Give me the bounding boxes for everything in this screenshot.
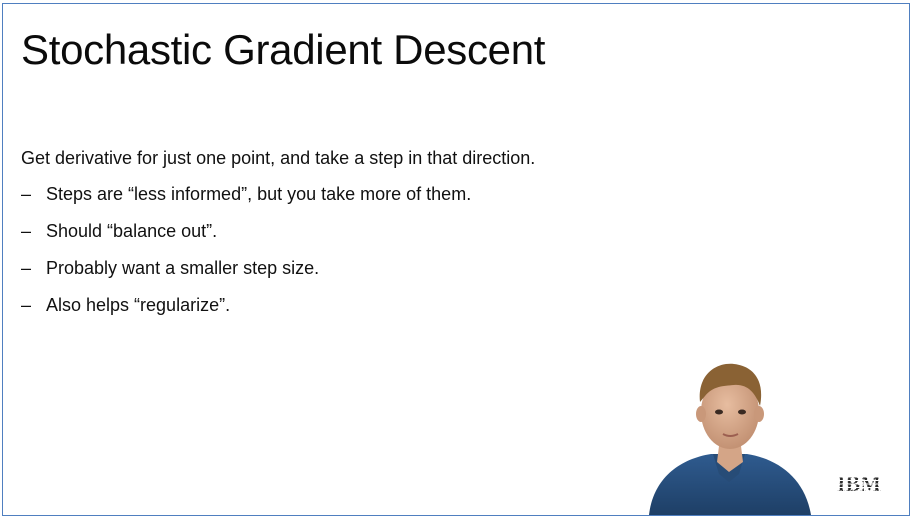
ibm-logo-text: IBM [837,472,881,494]
bullet-text: Probably want a smaller step size. [46,258,320,278]
ibm-logo: IBM [831,472,887,494]
bullet-text: Also helps “regularize”. [46,295,231,315]
slide-content: Get derivative for just one point, and t… [21,147,641,331]
lead-text: Get derivative for just one point, and t… [21,148,536,168]
bullet-dash: – [21,221,32,241]
bullet-item: – Also helps “regularize”. [21,294,641,316]
bullet-text: Steps are “less informed”, but you take … [46,184,472,204]
bullet-dash: – [21,295,32,315]
presenter-video [649,363,811,515]
bullet-dash: – [21,258,32,278]
bullet-item: – Steps are “less informed”, but you tak… [21,183,641,205]
slide-frame: Stochastic Gradient Descent Get derivati… [2,3,910,516]
bullet-item: – Probably want a smaller step size. [21,257,641,279]
bullet-text: Should “balance out”. [46,221,218,241]
bullet-list: – Steps are “less informed”, but you tak… [21,183,641,316]
bullet-item: – Should “balance out”. [21,220,641,242]
slide-title: Stochastic Gradient Descent [21,26,546,73]
bullet-dash: – [21,184,32,204]
